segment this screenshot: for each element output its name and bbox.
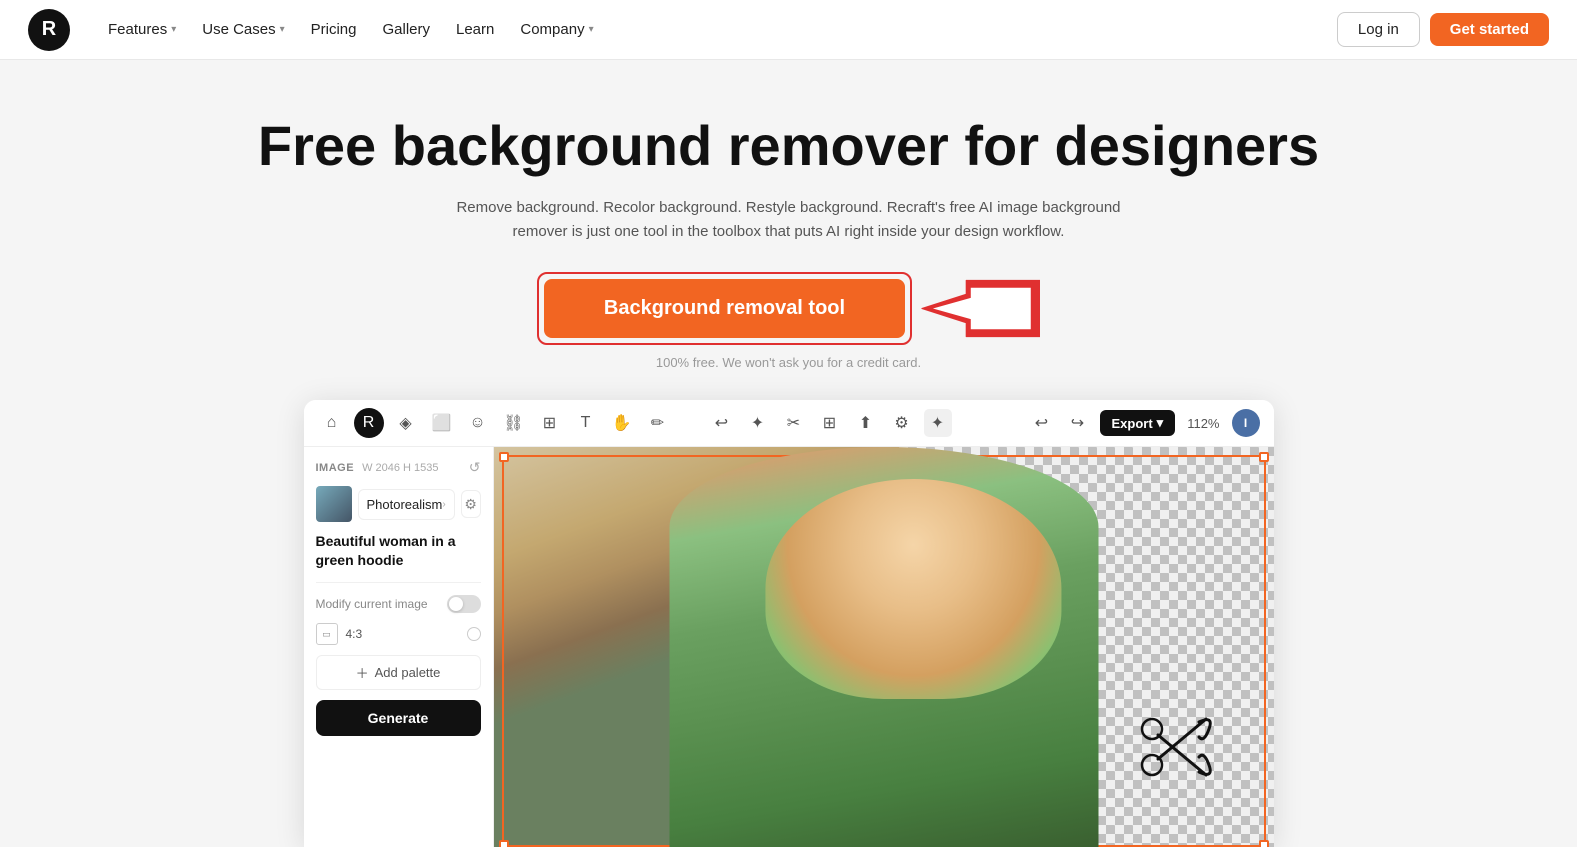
- ratio-label: 4:3: [346, 627, 363, 641]
- toolbar-right: ↩ ↪ Export ▾ 112% I: [1028, 409, 1260, 437]
- generate-button[interactable]: Generate: [316, 700, 481, 736]
- nav-links: Features ▾ Use Cases ▾ Pricing Gallery L…: [98, 13, 1337, 46]
- modify-row: Modify current image: [316, 595, 481, 613]
- arrow-icon: [920, 276, 1040, 341]
- login-button[interactable]: Log in: [1337, 12, 1420, 47]
- frame-icon[interactable]: ⬜: [428, 409, 456, 437]
- cta-wrapper: Background removal tool: [20, 272, 1557, 345]
- chevron-down-icon: ▾: [171, 24, 176, 35]
- ratio-row: ▭ 4:3: [316, 623, 481, 645]
- redo-button[interactable]: ↪: [1064, 409, 1092, 437]
- nav-pricing[interactable]: Pricing: [301, 13, 367, 46]
- ai-icon[interactable]: ✦: [924, 409, 952, 437]
- nav-actions: Log in Get started: [1337, 12, 1549, 47]
- nav-company-label: Company: [520, 21, 584, 38]
- plus-icon: ＋: [356, 663, 369, 682]
- cta-note: 100% free. We won't ask you for a credit…: [20, 355, 1557, 370]
- panel-section-label: IMAGE: [316, 462, 355, 474]
- link-icon[interactable]: ⛓: [500, 409, 528, 437]
- ratio-icon: ▭: [316, 623, 338, 645]
- cta-box: Background removal tool: [537, 272, 912, 345]
- magic-icon[interactable]: ✦: [744, 409, 772, 437]
- export-button[interactable]: Export ▾: [1100, 410, 1176, 436]
- panel-description: Beautiful woman in a green hoodie: [316, 532, 481, 570]
- text-icon[interactable]: T: [572, 409, 600, 437]
- style-label: Photorealism: [367, 497, 443, 512]
- style-thumbnail: [316, 486, 352, 522]
- style-row: Photorealism › ⚙: [316, 486, 481, 522]
- toolbar-icons: ⌂ R ◈ ⬜ ☺ ⛓ ⊞ T ✋ ✏ ↩ ✦ ✂ ⊞ ⬆ ⚙ ✦: [318, 408, 1018, 438]
- upload-icon[interactable]: ⬆: [852, 409, 880, 437]
- avatar: I: [1232, 409, 1260, 437]
- panel-settings-icon[interactable]: ⚙: [461, 490, 481, 518]
- red-arrow: [920, 276, 1040, 341]
- hero-subtitle: Remove background. Recolor background. R…: [449, 196, 1129, 244]
- ratio-dot[interactable]: [467, 627, 481, 641]
- canvas-area: IMAGE W 2046 H 1535 ↺ Photorealism › ⚙ B…: [304, 447, 1274, 847]
- logo[interactable]: R: [28, 9, 70, 51]
- hero-title: Free background remover for designers: [20, 114, 1557, 178]
- hero-section: Free background remover for designers Re…: [0, 60, 1577, 390]
- get-started-button[interactable]: Get started: [1430, 13, 1549, 46]
- nav-gallery[interactable]: Gallery: [372, 13, 440, 46]
- woman-face: [765, 479, 1061, 699]
- home-icon[interactable]: ⌂: [318, 409, 346, 437]
- nav-features[interactable]: Features ▾: [98, 13, 186, 46]
- draw-icon[interactable]: ✏: [644, 409, 672, 437]
- nav-usecases-label: Use Cases: [202, 21, 275, 38]
- chevron-down-icon: ▾: [589, 24, 594, 35]
- app-toolbar: ⌂ R ◈ ⬜ ☺ ⛓ ⊞ T ✋ ✏ ↩ ✦ ✂ ⊞ ⬆ ⚙ ✦: [304, 400, 1274, 447]
- canvas-main: [494, 447, 1274, 847]
- export-label: Export: [1112, 416, 1153, 431]
- add-palette-label: Add palette: [375, 665, 441, 680]
- chevron-right-icon: ›: [442, 499, 445, 510]
- modify-label: Modify current image: [316, 597, 428, 611]
- chevron-down-icon: ▾: [280, 24, 285, 35]
- panel-dimensions: W 2046 H 1535: [362, 462, 438, 474]
- panel-header: IMAGE W 2046 H 1535 ↺: [316, 459, 481, 476]
- scissors-icon[interactable]: ✂: [780, 409, 808, 437]
- background-removal-button[interactable]: Background removal tool: [544, 279, 905, 338]
- active-tool-icon[interactable]: R: [354, 408, 384, 438]
- nav-features-label: Features: [108, 21, 167, 38]
- refresh-icon[interactable]: ↺: [469, 459, 481, 476]
- hand-icon[interactable]: ✋: [608, 409, 636, 437]
- settings-icon[interactable]: ⚙: [888, 409, 916, 437]
- nav-learn-label: Learn: [456, 21, 494, 38]
- crop-icon[interactable]: ⊞: [536, 409, 564, 437]
- style-selector[interactable]: Photorealism ›: [358, 489, 455, 520]
- lasso-icon[interactable]: ◈: [392, 409, 420, 437]
- undo-button[interactable]: ↩: [1028, 409, 1056, 437]
- nav-usecases[interactable]: Use Cases ▾: [192, 13, 294, 46]
- emoji-icon[interactable]: ☺: [464, 409, 492, 437]
- nav-learn[interactable]: Learn: [446, 13, 504, 46]
- nav-pricing-label: Pricing: [311, 21, 357, 38]
- grid-icon[interactable]: ⊞: [816, 409, 844, 437]
- scissors-overlay: [1134, 707, 1214, 787]
- nav-gallery-label: Gallery: [382, 21, 430, 38]
- navigation: R Features ▾ Use Cases ▾ Pricing Gallery…: [0, 0, 1577, 60]
- chevron-down-icon: ▾: [1157, 415, 1164, 431]
- add-palette-button[interactable]: ＋ Add palette: [316, 655, 481, 690]
- scissors-icon: [1134, 707, 1214, 787]
- nav-company[interactable]: Company ▾: [510, 13, 603, 46]
- zoom-level: 112%: [1183, 416, 1223, 431]
- app-window: ⌂ R ◈ ⬜ ☺ ⛓ ⊞ T ✋ ✏ ↩ ✦ ✂ ⊞ ⬆ ⚙ ✦: [304, 400, 1274, 847]
- curve-icon[interactable]: ↩: [708, 409, 736, 437]
- divider: [316, 582, 481, 583]
- modify-toggle[interactable]: [447, 595, 481, 613]
- left-panel: IMAGE W 2046 H 1535 ↺ Photorealism › ⚙ B…: [304, 447, 494, 847]
